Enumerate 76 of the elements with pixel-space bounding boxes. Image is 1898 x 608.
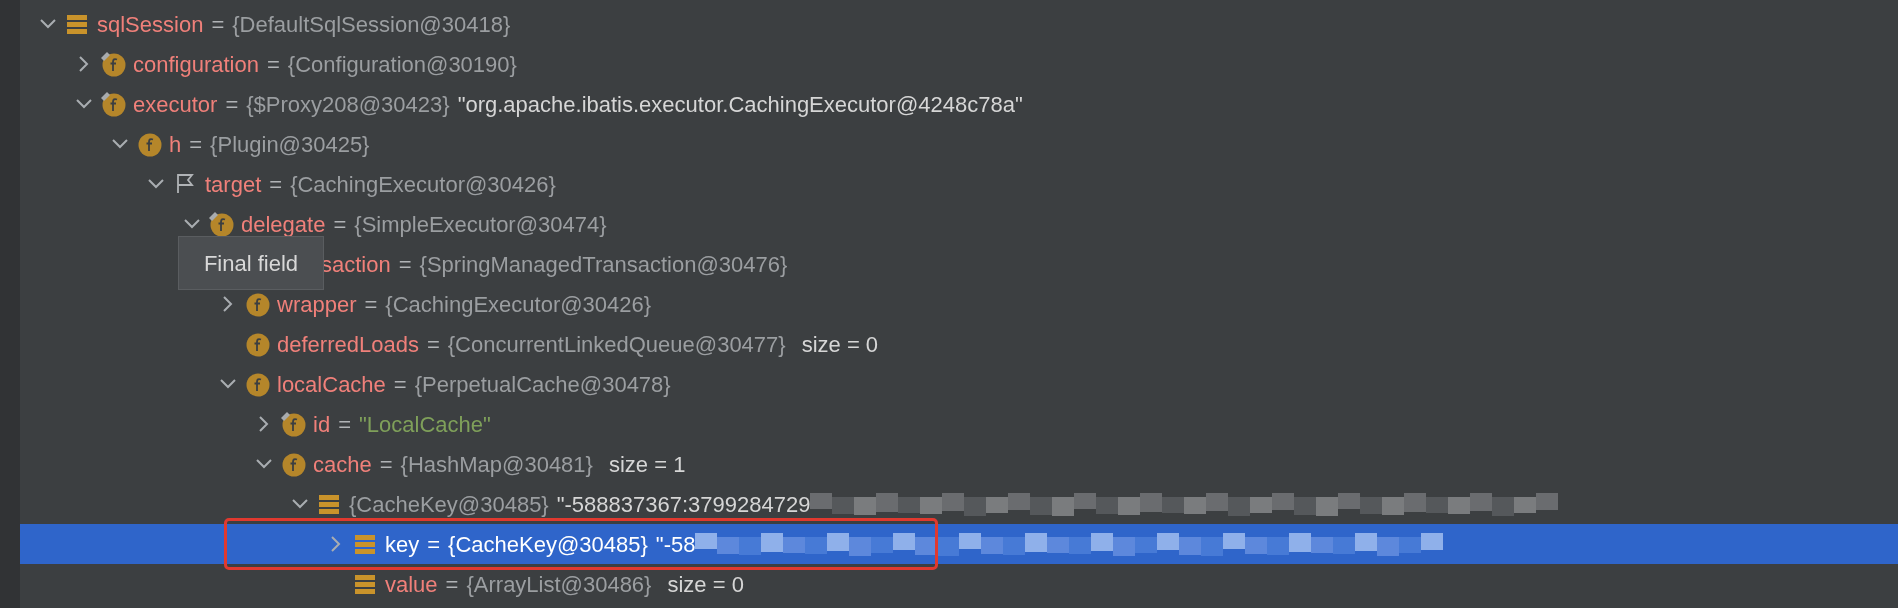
object-value: {PerpetualCache@30478} xyxy=(414,370,671,399)
value-text: "-588837367:3799284729 xyxy=(556,490,811,519)
equals-sign: = xyxy=(189,130,203,159)
equals-sign: = xyxy=(398,250,412,279)
pinned-field-icon xyxy=(100,91,126,117)
field-name: deferredLoads xyxy=(277,330,419,359)
selected-tree-row[interactable]: key = {CacheKey@30485} "-58 xyxy=(20,524,1898,564)
pinned-field-icon xyxy=(280,411,306,437)
stack-icon xyxy=(319,494,339,514)
object-value: {Plugin@30425} xyxy=(210,130,370,159)
object-value: {$Proxy208@30423} xyxy=(246,90,450,119)
field-name: key xyxy=(385,530,420,559)
object-value: {HashMap@30481} xyxy=(400,450,593,479)
equals-sign: = xyxy=(211,10,225,39)
field-name: sqlSession xyxy=(97,10,204,39)
stack-icon xyxy=(355,534,375,554)
field-name: value xyxy=(385,570,438,599)
chevron-down-icon[interactable] xyxy=(40,19,56,29)
field-name: cache xyxy=(313,450,372,479)
field-name: id xyxy=(313,410,331,439)
object-value: {CachingExecutor@30426} xyxy=(385,290,652,319)
field-icon xyxy=(244,291,270,317)
equals-sign: = xyxy=(333,210,347,239)
field-name: delegate xyxy=(241,210,326,239)
chevron-down-icon[interactable] xyxy=(220,379,236,389)
field-icon xyxy=(136,131,162,157)
string-value: "LocalCache" xyxy=(359,410,491,439)
chevron-down-icon[interactable] xyxy=(112,139,128,149)
object-value: {CacheKey@30485} xyxy=(349,490,549,519)
value-text: "org.apache.ibatis.executor.CachingExecutor@4248c78a" xyxy=(457,90,1023,119)
chevron-right-icon[interactable] xyxy=(223,296,233,312)
equals-sign: = xyxy=(426,330,440,359)
equals-sign: = xyxy=(393,370,407,399)
equals-sign: = xyxy=(445,570,459,599)
field-name: saction xyxy=(321,250,391,279)
chevron-down-icon[interactable] xyxy=(184,219,200,229)
equals-sign: = xyxy=(267,50,280,79)
field-icon xyxy=(244,371,270,397)
chevron-right-icon[interactable] xyxy=(259,416,269,432)
size-label: size = 0 xyxy=(801,330,879,359)
pinned-field-icon xyxy=(208,211,234,237)
stack-icon xyxy=(67,14,87,34)
object-value: {SimpleExecutor@30474} xyxy=(354,210,607,239)
object-value: {DefaultSqlSession@30418} xyxy=(232,10,511,39)
chevron-down-icon[interactable] xyxy=(256,459,272,469)
equals-sign: = xyxy=(269,170,283,199)
field-name: wrapper xyxy=(277,290,357,319)
equals-sign: = xyxy=(427,530,441,559)
size-label: size = 0 xyxy=(667,570,744,599)
equals-sign: = xyxy=(225,90,239,119)
object-value: {ConcurrentLinkedQueue@30477} xyxy=(447,330,786,359)
field-name: target xyxy=(205,170,262,199)
field-icon xyxy=(244,331,270,357)
stack-icon xyxy=(355,574,375,594)
equals-sign: = xyxy=(364,290,378,319)
field-icon xyxy=(280,451,306,477)
field-name: h xyxy=(169,130,182,159)
chevron-down-icon[interactable] xyxy=(148,179,164,189)
equals-sign: = xyxy=(379,450,393,479)
value-text: "-58 xyxy=(655,530,696,559)
size-label: size = 1 xyxy=(608,450,686,479)
tooltip: Final field xyxy=(178,236,324,290)
equals-sign: = xyxy=(338,410,351,439)
field-name: executor xyxy=(133,90,218,119)
chevron-down-icon[interactable] xyxy=(292,499,308,509)
field-name: configuration xyxy=(133,50,259,79)
object-value: {Configuration@30190} xyxy=(287,50,517,79)
object-value: {CacheKey@30485} xyxy=(448,530,648,559)
object-value: {ArrayList@30486} xyxy=(466,570,652,599)
pinned-field-icon xyxy=(100,51,126,77)
flag-icon xyxy=(176,174,194,194)
chevron-right-icon[interactable] xyxy=(79,56,89,72)
chevron-down-icon[interactable] xyxy=(76,99,92,109)
field-name: localCache xyxy=(277,370,386,399)
object-value: {CachingExecutor@30426} xyxy=(290,170,556,199)
object-value: {SpringManagedTransaction@30476} xyxy=(419,250,788,279)
